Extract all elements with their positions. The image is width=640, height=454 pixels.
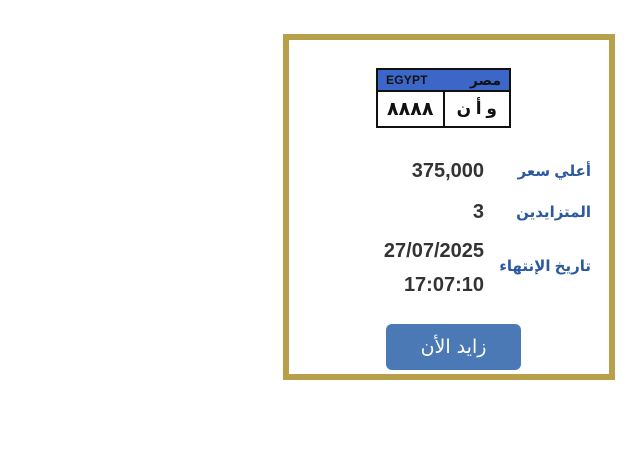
highest-bid-value: 375,000	[411, 160, 484, 182]
plate-body: ٨٨٨٨ و أ ن	[378, 92, 509, 126]
plate-auction-card: EGYPT مصر ٨٨٨٨ و أ ن 375,000 أعلي سعر 3 …	[283, 34, 615, 380]
bidders-label: المتزايدين	[516, 204, 591, 221]
plate-country-en: EGYPT	[386, 73, 428, 87]
end-date-label: تاريخ الإنتهاء	[499, 258, 591, 275]
bid-now-button[interactable]: زايد الأن	[386, 324, 521, 370]
end-time-value: 17:07:10	[403, 274, 484, 296]
plate-letters: و أ ن	[456, 99, 497, 118]
end-date-value: 27/07/2025	[383, 240, 484, 262]
bidders-value: 3	[472, 201, 484, 223]
plate-numbers: ٨٨٨٨	[378, 92, 445, 126]
license-plate: EGYPT مصر ٨٨٨٨ و أ ن	[376, 68, 511, 128]
highest-bid-label: أعلي سعر	[517, 163, 591, 180]
plate-header: EGYPT مصر	[378, 70, 509, 92]
plate-country-ar: مصر	[469, 71, 501, 88]
